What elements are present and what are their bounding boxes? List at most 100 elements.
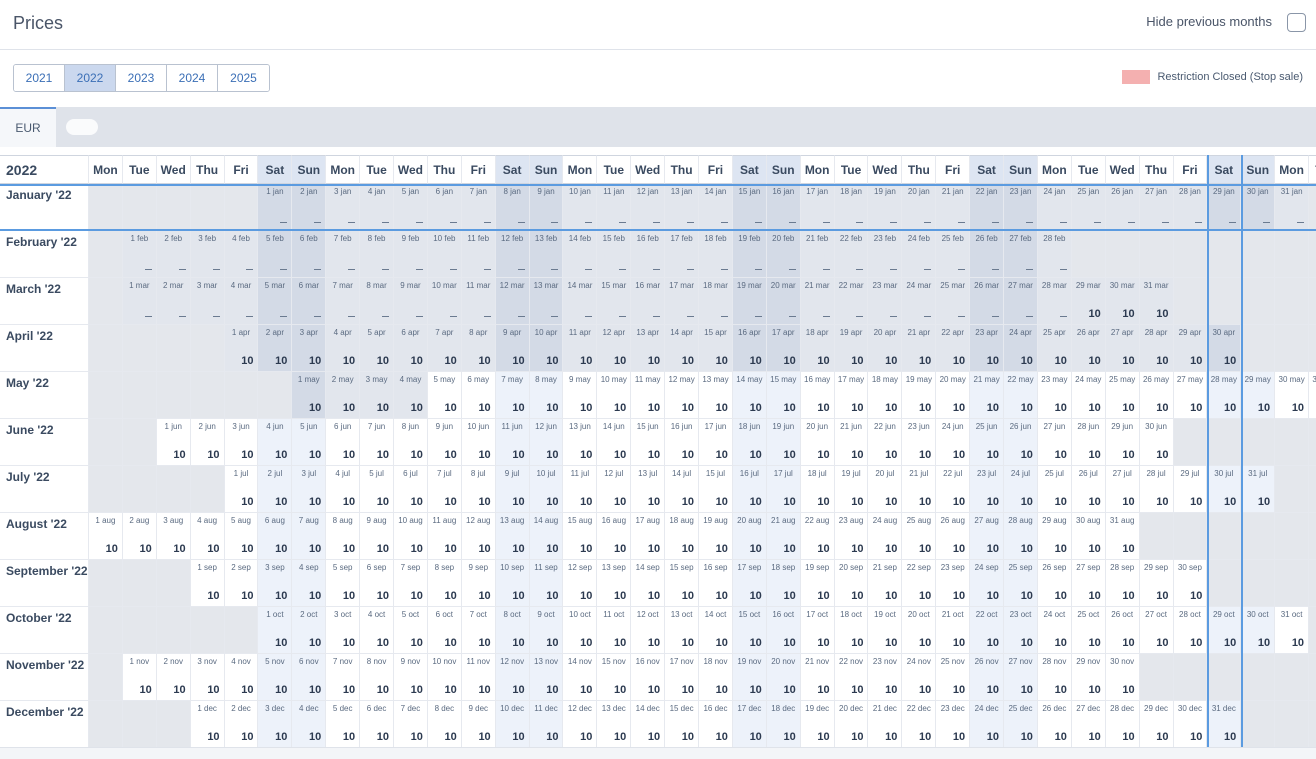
day-cell[interactable]: 1 feb [122,231,157,278]
day-cell[interactable]: 30 jul 10 [1207,466,1242,513]
day-cell[interactable]: 29 may 10 [1241,372,1276,419]
day-cell[interactable]: 9 may 10 [563,372,598,419]
day-cell[interactable]: 24 may 10 [1071,372,1106,419]
day-cell[interactable]: 16 feb [631,231,666,278]
day-cell[interactable]: 29 jan [1207,184,1242,231]
day-cell[interactable]: 30 jan [1241,184,1276,231]
day-cell[interactable]: 11 apr 10 [563,325,598,372]
day-cell[interactable]: 5 mar [258,278,293,325]
day-cell[interactable]: 23 mar [868,278,903,325]
day-cell[interactable]: 2 mar [156,278,191,325]
day-cell[interactable]: 15 aug 10 [563,513,598,560]
day-cell[interactable]: 17 mar [665,278,700,325]
day-cell[interactable]: 16 aug 10 [597,513,632,560]
day-cell[interactable]: 23 jan [1004,184,1038,231]
day-cell[interactable]: 28 sep 10 [1105,560,1140,607]
day-cell[interactable]: 31 jul 10 [1241,466,1276,513]
day-cell[interactable]: 20 sep 10 [834,560,869,607]
day-cell[interactable]: 10 oct 10 [563,607,598,654]
day-cell[interactable]: 23 may 10 [1037,372,1072,419]
day-cell[interactable]: 27 jul 10 [1105,466,1140,513]
day-cell[interactable]: 18 mar [699,278,733,325]
day-cell[interactable]: 19 oct 10 [868,607,903,654]
day-cell[interactable]: 14 mar [563,278,598,325]
day-cell[interactable]: 14 jun 10 [597,419,632,466]
day-cell[interactable]: 15 oct 10 [732,607,767,654]
day-cell[interactable]: 13 feb [529,231,564,278]
day-cell[interactable]: 2 oct 10 [292,607,327,654]
day-cell[interactable]: 31 may10 [1309,372,1316,419]
day-cell[interactable]: 6 jul 10 [394,466,428,513]
day-cell[interactable]: 25 feb [936,231,971,278]
day-cell[interactable]: 21 oct 10 [936,607,971,654]
day-cell[interactable]: 13 mar [529,278,564,325]
day-cell[interactable]: 27 nov 10 [1004,654,1038,701]
day-cell[interactable]: 19 apr 10 [834,325,869,372]
day-cell[interactable]: 11 nov 10 [461,654,496,701]
day-cell[interactable]: 22 sep 10 [902,560,937,607]
day-cell[interactable]: 9 mar [394,278,428,325]
day-cell[interactable]: 10 sep 10 [495,560,530,607]
day-cell[interactable]: 3 jan [326,184,361,231]
day-cell[interactable]: 10 aug 10 [394,513,428,560]
day-cell[interactable]: 6 apr 10 [394,325,428,372]
day-cell[interactable]: 22 nov 10 [834,654,869,701]
day-cell[interactable]: 1 jan [258,184,293,231]
day-cell[interactable]: 20 oct 10 [902,607,937,654]
day-cell[interactable]: 14 dec 10 [631,701,666,748]
day-cell[interactable]: 18 jul 10 [800,466,835,513]
day-cell[interactable]: 25 jan [1071,184,1106,231]
day-cell[interactable]: 28 may 10 [1207,372,1242,419]
day-cell[interactable]: 7 jan [461,184,496,231]
day-cell[interactable]: 30 oct 10 [1241,607,1276,654]
day-cell[interactable]: 10 dec 10 [495,701,530,748]
day-cell[interactable]: 13 dec 10 [597,701,632,748]
day-cell[interactable]: 3 oct 10 [326,607,361,654]
day-cell[interactable]: 3 jun 10 [224,419,259,466]
day-cell[interactable]: 28 jul 10 [1139,466,1174,513]
day-cell[interactable]: 11 jun 10 [495,419,530,466]
day-cell[interactable]: 26 aug 10 [936,513,971,560]
hide-previous-months-checkbox[interactable] [1287,13,1306,32]
day-cell[interactable]: 13 jun 10 [563,419,598,466]
day-cell[interactable]: 22 may 10 [1004,372,1038,419]
year-tab-2021[interactable]: 2021 [14,65,65,91]
day-cell[interactable]: 10 may 10 [597,372,632,419]
day-cell[interactable]: 1 jun 10 [156,419,191,466]
day-cell[interactable]: 25 apr 10 [1037,325,1072,372]
day-cell[interactable]: 23 sep 10 [936,560,971,607]
day-cell[interactable]: 27 feb [1004,231,1038,278]
day-cell[interactable]: 22 jul 10 [936,466,971,513]
day-cell[interactable]: 4 oct 10 [360,607,395,654]
day-cell[interactable]: 5 feb [258,231,293,278]
day-cell[interactable]: 24 dec 10 [970,701,1005,748]
day-cell[interactable]: 2 feb [156,231,191,278]
day-cell[interactable]: 21 dec 10 [868,701,903,748]
day-cell[interactable]: 11 oct 10 [597,607,632,654]
day-cell[interactable]: 6 sep 10 [360,560,395,607]
day-cell[interactable]: 24 mar [902,278,937,325]
day-cell[interactable]: 15 jul 10 [699,466,733,513]
day-cell[interactable]: 22 jan [970,184,1005,231]
day-cell[interactable]: 18 jun 10 [732,419,767,466]
day-cell[interactable]: 13 jan [665,184,700,231]
day-cell[interactable]: 21 apr 10 [902,325,937,372]
day-cell[interactable]: 21 feb [800,231,835,278]
day-cell[interactable]: 13 apr 10 [631,325,666,372]
year-tab-2023[interactable]: 2023 [116,65,167,91]
day-cell[interactable]: 11 feb [461,231,496,278]
day-cell[interactable]: 13 may 10 [699,372,733,419]
day-cell[interactable]: 28 feb [1037,231,1072,278]
day-cell[interactable]: 17 jul 10 [766,466,801,513]
day-cell[interactable]: 11 may 10 [631,372,666,419]
day-cell[interactable]: 11 sep 10 [529,560,564,607]
day-cell[interactable]: 24 jan [1037,184,1072,231]
day-cell[interactable]: 16 apr 10 [732,325,767,372]
day-cell[interactable]: 4 feb [224,231,259,278]
day-cell[interactable]: 29 apr 10 [1173,325,1208,372]
day-cell[interactable]: 10 jul 10 [529,466,564,513]
day-cell[interactable]: 23 dec 10 [936,701,971,748]
day-cell[interactable]: 21 jan [936,184,971,231]
day-cell[interactable]: 1 dec 10 [190,701,225,748]
day-cell[interactable]: 18 apr 10 [800,325,835,372]
